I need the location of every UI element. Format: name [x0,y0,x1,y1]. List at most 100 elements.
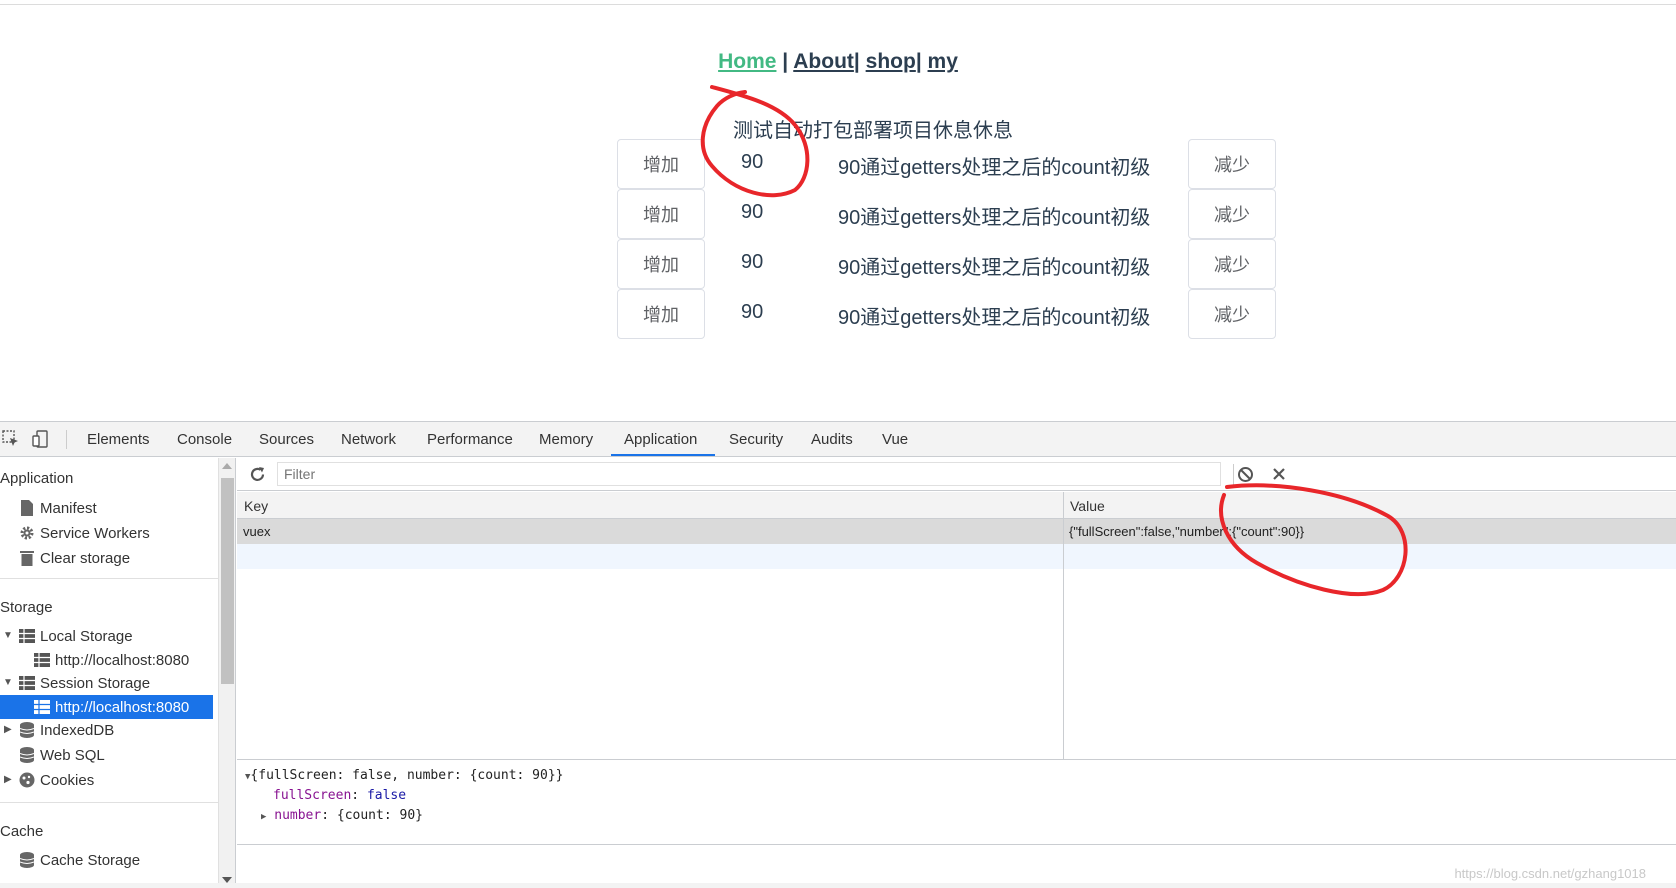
counter-row: 增加 90 90通过getters处理之后的count初级 减少 [617,239,1277,289]
minus-button[interactable]: 减少 [1188,239,1276,289]
main-nav: Home | About| shop| my [0,50,1676,74]
sidebar-item-service-workers[interactable]: Service Workers [18,521,150,545]
column-header-value[interactable]: Value [1070,498,1105,514]
table-icon [18,674,36,692]
add-button[interactable]: 增加 [617,139,705,189]
counter-row: 增加 90 90通过getters处理之后的count初级 减少 [617,139,1277,189]
expand-arrow-icon[interactable]: ▼ [3,677,13,688]
sidebar-item-label: http://localhost:8080 [55,651,190,669]
devtools-panel: Elements Console Sources Network Perform… [0,421,1676,888]
tab-network[interactable]: Network [341,431,396,448]
sidebar-item-local-storage-origin[interactable]: http://localhost:8080 [33,648,189,672]
nav-separator: | [782,50,789,73]
tab-vue[interactable]: Vue [882,431,908,448]
preview-key: fullScreen [273,788,352,803]
add-button[interactable]: 增加 [617,289,705,339]
refresh-icon[interactable] [249,466,266,483]
sidebar-item-local-storage[interactable]: Local Storage [18,624,133,648]
preview-key: number [274,808,322,823]
count-value: 90 [741,201,764,223]
add-button[interactable]: 增加 [617,239,705,289]
count-value: 90 [741,251,764,273]
tab-application[interactable]: Application [624,431,697,448]
column-header-key[interactable]: Key [244,498,268,514]
tab-memory[interactable]: Memory [539,431,593,448]
preview-root-line[interactable]: ▼{fullScreen: false, number: {count: 90}… [245,768,564,783]
minus-button[interactable]: 减少 [1188,139,1276,189]
application-sidebar: Application Manifest Service Workers Cle… [0,458,236,888]
sidebar-divider [0,802,218,803]
expand-arrow-icon[interactable]: ▼ [3,630,13,641]
cell-key[interactable]: vuex [243,524,270,539]
sidebar-header-application: Application [0,470,74,487]
tab-audits[interactable]: Audits [811,431,853,448]
file-icon [18,499,36,517]
clear-all-icon[interactable] [1237,466,1254,483]
counter-row: 增加 90 90通过getters处理之后的count初级 减少 [617,289,1277,339]
getter-text: 90通过getters处理之后的count初级 [838,207,1151,229]
device-toolbar-icon[interactable] [32,430,50,448]
nav-separator: | [915,50,922,73]
tab-elements[interactable]: Elements [87,431,150,448]
storage-main-pane: Key Value vuex {"fullScreen":false,"numb… [237,458,1676,888]
sidebar-item-label: Web SQL [40,746,105,764]
gear-icon [18,524,36,542]
minus-button[interactable]: 减少 [1188,289,1276,339]
sidebar-scrollbar[interactable] [218,458,235,888]
sidebar-item-label: Cache Storage [40,851,141,869]
sidebar-item-manifest[interactable]: Manifest [18,496,97,520]
database-icon [18,746,36,764]
filter-input[interactable] [277,462,1221,486]
delete-selected-icon[interactable] [1272,467,1286,481]
sidebar-item-cache-storage[interactable]: Cache Storage [18,848,140,872]
active-tab-indicator [611,454,715,456]
add-button[interactable]: 增加 [617,189,705,239]
sidebar-item-clear-storage[interactable]: Clear storage [18,546,130,570]
tab-console[interactable]: Console [177,431,232,448]
counter-rows: 增加 90 90通过getters处理之后的count初级 减少 增加 90 9… [617,139,1277,339]
table-icon [33,651,51,669]
nav-link-my[interactable]: my [928,50,958,73]
table-row[interactable]: vuex {"fullScreen":false,"number":{"coun… [237,519,1676,544]
table-icon [33,698,51,716]
table-icon [18,627,36,645]
sidebar-item-indexeddb[interactable]: IndexedDB [18,718,114,742]
sidebar-item-session-storage-origin[interactable]: http://localhost:8080 [0,695,213,719]
collapse-arrow-icon[interactable]: ▶ [4,724,12,735]
database-icon [18,721,36,739]
count-value: 90 [741,151,764,173]
storage-table: Key Value vuex {"fullScreen":false,"numb… [237,492,1676,760]
drawer-bar [0,883,1676,888]
inspect-element-icon[interactable] [2,430,20,448]
minus-button[interactable]: 减少 [1188,189,1276,239]
preview-number-line[interactable]: ▶ number: {count: 90} [261,808,423,823]
sidebar-item-session-storage[interactable]: Session Storage [18,671,150,695]
tab-sources[interactable]: Sources [259,431,314,448]
preview-value: {count: 90} [336,808,423,823]
nav-link-shop[interactable]: shop [866,50,916,73]
nav-separator: | [853,50,860,73]
collapse-arrow-icon[interactable]: ▶ [4,774,12,785]
sidebar-item-websql[interactable]: Web SQL [18,743,105,767]
sidebar-item-label: http://localhost:8080 [55,698,190,716]
scrollbar-thumb[interactable] [221,478,234,684]
nav-link-about[interactable]: About [793,50,854,73]
column-divider[interactable] [1063,492,1064,760]
cell-value[interactable]: {"fullScreen":false,"number":{"count":90… [1069,524,1304,539]
sidebar-item-label: Cookies [40,771,95,789]
cookie-icon [18,771,36,789]
scroll-up-icon[interactable] [222,462,232,470]
tab-security[interactable]: Security [729,431,783,448]
preview-value: false [366,788,407,803]
nav-link-home[interactable]: Home [718,50,776,73]
table-row-empty[interactable] [237,544,1676,569]
count-value: 90 [741,301,764,323]
sidebar-item-cookies[interactable]: Cookies [18,768,94,792]
collapse-triangle-icon[interactable]: ▶ [261,812,266,822]
table-header: Key Value [237,492,1676,519]
tab-performance[interactable]: Performance [427,431,513,448]
devtools-tabbar: Elements Console Sources Network Perform… [0,422,1676,457]
storage-toolbar [237,458,1676,491]
sidebar-header-storage: Storage [0,599,53,616]
getter-text: 90通过getters处理之后的count初级 [838,307,1151,329]
